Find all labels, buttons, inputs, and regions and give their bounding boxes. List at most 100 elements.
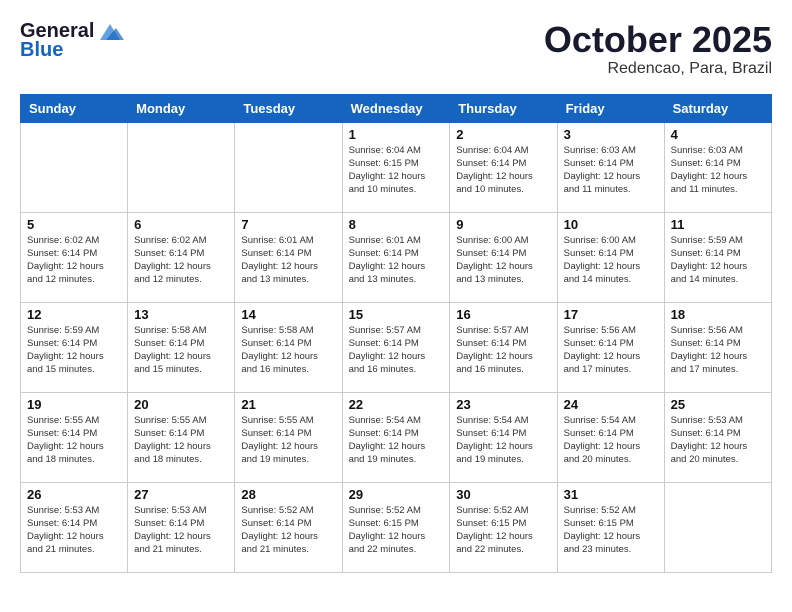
calendar-week-row: 5 Sunrise: 6:02 AM Sunset: 6:14 PM Daylig… [21, 212, 772, 302]
day-header-sunday: Sunday [21, 94, 128, 122]
calendar-week-row: 12Sunrise: 5:59 AM Sunset: 6:14 PM Dayli… [21, 302, 772, 392]
day-info: Sunrise: 6:01 AM Sunset: 6:14 PM Dayligh… [241, 234, 335, 287]
day-number: 22 [349, 397, 444, 412]
day-info: Sunrise: 5:55 AM Sunset: 6:14 PM Dayligh… [241, 414, 335, 467]
day-info: Sunrise: 6:02 AM Sunset: 6:14 PM Dayligh… [27, 234, 121, 287]
calendar-week-row: 1 Sunrise: 6:04 AM Sunset: 6:15 PM Daylig… [21, 122, 772, 212]
day-number: 14 [241, 307, 335, 322]
calendar-cell: 14 Sunrise: 5:58 AM Sunset: 6:14 PM Dayli… [235, 302, 342, 392]
day-info: Sunrise: 6:03 AM Sunset: 6:14 PM Dayligh… [671, 144, 765, 197]
day-info: Sunrise: 5:52 AM Sunset: 6:14 PM Dayligh… [241, 504, 335, 557]
day-number: 19 [27, 397, 121, 412]
day-header-tuesday: Tuesday [235, 94, 342, 122]
day-info: Sunrise: 5:57 AM Sunset: 6:14 PM Dayligh… [349, 324, 444, 377]
logo: General Blue [20, 20, 124, 62]
day-info: Sunrise: 6:00 AM Sunset: 6:14 PM Dayligh… [456, 234, 550, 287]
calendar-cell: 8 Sunrise: 6:01 AM Sunset: 6:14 PM Daylig… [342, 212, 450, 302]
calendar-cell [21, 122, 128, 212]
day-number: 29 [349, 487, 444, 502]
title-area: October 2025 Redencao, Para, Brazil [544, 20, 772, 78]
calendar-cell: 19 Sunrise: 5:55 AM Sunset: 6:14 PM Dayli… [21, 392, 128, 482]
calendar-cell: 25 Sunrise: 5:53 AM Sunset: 6:14 PM Dayli… [664, 392, 771, 482]
day-info: Sunrise: 6:04 AM Sunset: 6:15 PM Dayligh… [349, 144, 444, 197]
calendar-cell: 13Sunrise: 5:58 AM Sunset: 6:14 PM Dayli… [128, 302, 235, 392]
day-info: Sunrise: 5:55 AM Sunset: 6:14 PM Dayligh… [134, 414, 228, 467]
day-info: Sunrise: 5:53 AM Sunset: 6:14 PM Dayligh… [134, 504, 228, 557]
location-text: Redencao, Para, Brazil [544, 60, 772, 78]
day-header-saturday: Saturday [664, 94, 771, 122]
day-info: Sunrise: 5:59 AM Sunset: 6:14 PM Dayligh… [27, 324, 121, 377]
calendar-week-row: 26 Sunrise: 5:53 AM Sunset: 6:14 PM Dayli… [21, 482, 772, 572]
day-info: Sunrise: 6:01 AM Sunset: 6:14 PM Dayligh… [349, 234, 444, 287]
day-number: 31 [564, 487, 658, 502]
calendar-cell: 12Sunrise: 5:59 AM Sunset: 6:14 PM Dayli… [21, 302, 128, 392]
calendar-cell: 9 Sunrise: 6:00 AM Sunset: 6:14 PM Daylig… [450, 212, 557, 302]
day-number: 11 [671, 217, 765, 232]
day-number: 23 [456, 397, 550, 412]
day-number: 24 [564, 397, 658, 412]
day-info: Sunrise: 5:52 AM Sunset: 6:15 PM Dayligh… [349, 504, 444, 557]
logo-blue-text: Blue [20, 39, 63, 62]
calendar-cell: 11 Sunrise: 5:59 AM Sunset: 6:14 PM Dayli… [664, 212, 771, 302]
calendar-header-row: SundayMondayTuesdayWednesdayThursdayFrid… [21, 94, 772, 122]
calendar-cell: 6 Sunrise: 6:02 AM Sunset: 6:14 PM Daylig… [128, 212, 235, 302]
day-number: 4 [671, 127, 765, 142]
calendar-cell: 3Sunrise: 6:03 AM Sunset: 6:14 PM Daylig… [557, 122, 664, 212]
day-header-thursday: Thursday [450, 94, 557, 122]
calendar-cell: 22 Sunrise: 5:54 AM Sunset: 6:14 PM Dayli… [342, 392, 450, 482]
calendar-cell: 17Sunrise: 5:56 AM Sunset: 6:14 PM Dayli… [557, 302, 664, 392]
day-info: Sunrise: 5:58 AM Sunset: 6:14 PM Dayligh… [241, 324, 335, 377]
day-info: Sunrise: 5:53 AM Sunset: 6:14 PM Dayligh… [671, 414, 765, 467]
day-number: 1 [349, 127, 444, 142]
page-header: General Blue October 2025 Redencao, Para… [20, 20, 772, 78]
calendar-table: SundayMondayTuesdayWednesdayThursdayFrid… [20, 94, 772, 573]
calendar-cell [235, 122, 342, 212]
day-header-wednesday: Wednesday [342, 94, 450, 122]
day-number: 16 [456, 307, 550, 322]
day-number: 5 [27, 217, 121, 232]
calendar-cell: 30 Sunrise: 5:52 AM Sunset: 6:15 PM Dayli… [450, 482, 557, 572]
day-info: Sunrise: 5:59 AM Sunset: 6:14 PM Dayligh… [671, 234, 765, 287]
calendar-cell: 1 Sunrise: 6:04 AM Sunset: 6:15 PM Daylig… [342, 122, 450, 212]
calendar-cell: 20Sunrise: 5:55 AM Sunset: 6:14 PM Dayli… [128, 392, 235, 482]
calendar-cell: 10Sunrise: 6:00 AM Sunset: 6:14 PM Dayli… [557, 212, 664, 302]
day-number: 6 [134, 217, 228, 232]
calendar-cell: 24 Sunrise: 5:54 AM Sunset: 6:14 PM Dayli… [557, 392, 664, 482]
calendar-cell: 2 Sunrise: 6:04 AM Sunset: 6:14 PM Daylig… [450, 122, 557, 212]
calendar-cell: 21Sunrise: 5:55 AM Sunset: 6:14 PM Dayli… [235, 392, 342, 482]
day-number: 27 [134, 487, 228, 502]
calendar-cell: 31 Sunrise: 5:52 AM Sunset: 6:15 PM Dayli… [557, 482, 664, 572]
day-number: 26 [27, 487, 121, 502]
day-info: Sunrise: 5:57 AM Sunset: 6:14 PM Dayligh… [456, 324, 550, 377]
calendar-cell: 15Sunrise: 5:57 AM Sunset: 6:14 PM Dayli… [342, 302, 450, 392]
day-number: 2 [456, 127, 550, 142]
day-info: Sunrise: 6:00 AM Sunset: 6:14 PM Dayligh… [564, 234, 658, 287]
day-info: Sunrise: 5:52 AM Sunset: 6:15 PM Dayligh… [456, 504, 550, 557]
day-info: Sunrise: 5:54 AM Sunset: 6:14 PM Dayligh… [349, 414, 444, 467]
day-number: 9 [456, 217, 550, 232]
calendar-cell: 26 Sunrise: 5:53 AM Sunset: 6:14 PM Dayli… [21, 482, 128, 572]
day-info: Sunrise: 5:55 AM Sunset: 6:14 PM Dayligh… [27, 414, 121, 467]
month-title: October 2025 [544, 20, 772, 60]
calendar-cell: 5 Sunrise: 6:02 AM Sunset: 6:14 PM Daylig… [21, 212, 128, 302]
day-header-friday: Friday [557, 94, 664, 122]
day-info: Sunrise: 5:52 AM Sunset: 6:15 PM Dayligh… [564, 504, 658, 557]
day-info: Sunrise: 5:53 AM Sunset: 6:14 PM Dayligh… [27, 504, 121, 557]
calendar-cell: 27 Sunrise: 5:53 AM Sunset: 6:14 PM Dayli… [128, 482, 235, 572]
calendar-week-row: 19 Sunrise: 5:55 AM Sunset: 6:14 PM Dayli… [21, 392, 772, 482]
calendar-cell [664, 482, 771, 572]
day-info: Sunrise: 5:56 AM Sunset: 6:14 PM Dayligh… [564, 324, 658, 377]
day-info: Sunrise: 5:56 AM Sunset: 6:14 PM Dayligh… [671, 324, 765, 377]
day-number: 25 [671, 397, 765, 412]
day-header-monday: Monday [128, 94, 235, 122]
calendar-cell: 7Sunrise: 6:01 AM Sunset: 6:14 PM Daylig… [235, 212, 342, 302]
calendar-cell: 23Sunrise: 5:54 AM Sunset: 6:14 PM Dayli… [450, 392, 557, 482]
day-number: 8 [349, 217, 444, 232]
day-number: 13 [134, 307, 228, 322]
calendar-cell [128, 122, 235, 212]
day-info: Sunrise: 6:02 AM Sunset: 6:14 PM Dayligh… [134, 234, 228, 287]
day-info: Sunrise: 5:54 AM Sunset: 6:14 PM Dayligh… [564, 414, 658, 467]
calendar-cell: 29 Sunrise: 5:52 AM Sunset: 6:15 PM Dayli… [342, 482, 450, 572]
day-number: 30 [456, 487, 550, 502]
day-info: Sunrise: 6:04 AM Sunset: 6:14 PM Dayligh… [456, 144, 550, 197]
